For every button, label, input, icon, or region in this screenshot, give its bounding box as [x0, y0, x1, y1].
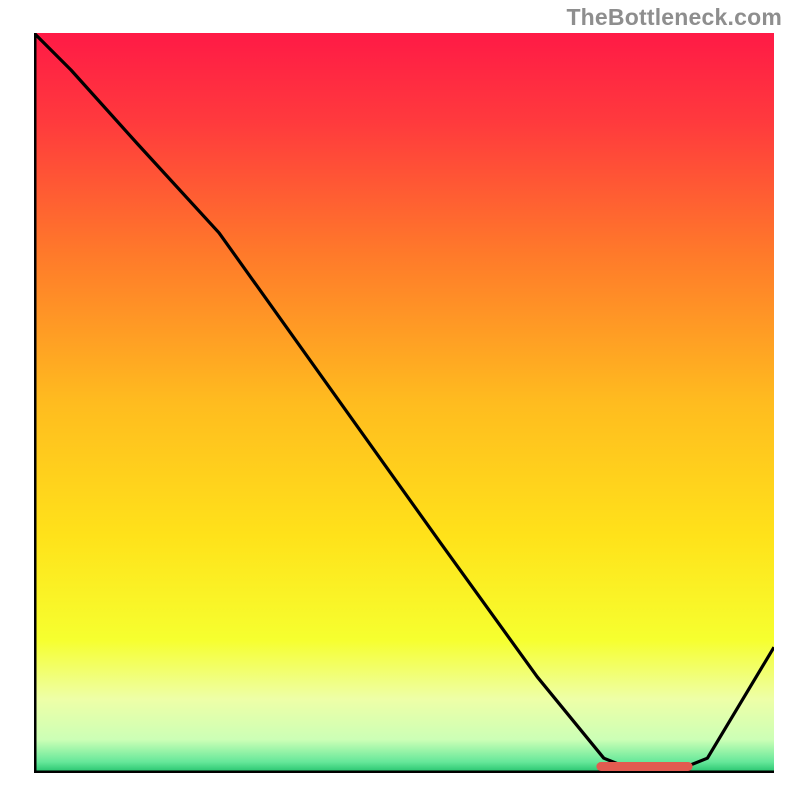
chart-svg — [34, 33, 774, 773]
optimum-marker — [596, 762, 692, 771]
watermark-text: TheBottleneck.com — [566, 4, 782, 31]
plot-background — [34, 33, 774, 773]
chart-container: TheBottleneck.com — [0, 0, 800, 800]
plot-area — [34, 33, 774, 773]
